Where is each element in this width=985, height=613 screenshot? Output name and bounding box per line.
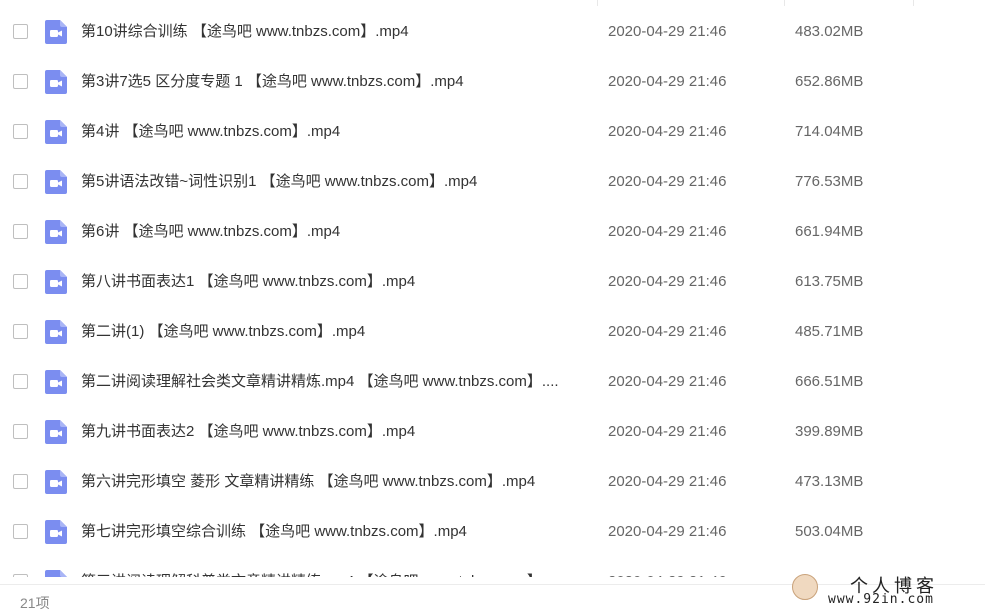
file-name[interactable]: 第八讲书面表达1 【途鸟吧 www.tnbzs.com】.mp4 xyxy=(81,273,415,291)
file-name[interactable]: 第三讲阅读理解科普类文章精讲精练.mp4 【途鸟吧 www.tnbzs.com】 xyxy=(81,573,542,577)
row-checkbox[interactable] xyxy=(13,424,28,439)
table-header-edge xyxy=(0,0,985,6)
row-checkbox[interactable] xyxy=(13,574,28,577)
video-file-icon xyxy=(45,20,67,44)
video-file-icon xyxy=(45,320,67,344)
table-row[interactable]: 第七讲完形填空综合训练 【途鸟吧 www.tnbzs.com】.mp4 2020-… xyxy=(0,507,985,557)
row-checkbox[interactable] xyxy=(13,374,28,389)
row-checkbox[interactable] xyxy=(13,74,28,89)
file-modified-date: 2020-04-29 21:46 xyxy=(608,73,727,90)
file-name[interactable]: 第七讲完形填空综合训练 【途鸟吧 www.tnbzs.com】.mp4 xyxy=(81,523,467,541)
row-checkbox[interactable] xyxy=(13,24,28,39)
file-size: 613.75MB xyxy=(795,273,864,290)
file-size: 666.51MB xyxy=(795,373,864,390)
video-file-icon xyxy=(45,470,67,494)
table-row[interactable]: 第二讲(1) 【途鸟吧 www.tnbzs.com】.mp4 2020-04-29… xyxy=(0,307,985,357)
file-modified-date: 2020-04-29 21:46 xyxy=(608,23,727,40)
table-row[interactable]: 第5讲语法改错~词性识别1 【途鸟吧 www.tnbzs.com】.mp4 202… xyxy=(0,157,985,207)
file-size: 503.04MB xyxy=(795,523,864,540)
video-file-icon xyxy=(45,570,67,577)
table-row[interactable]: 第八讲书面表达1 【途鸟吧 www.tnbzs.com】.mp4 2020-04-… xyxy=(0,257,985,307)
file-modified-date: 2020-04-29 21:46 xyxy=(608,473,727,490)
file-modified-date: 2020-04-29 21:46 xyxy=(608,373,727,390)
video-file-icon xyxy=(45,70,67,94)
table-row[interactable]: 第6讲 【途鸟吧 www.tnbzs.com】.mp4 2020-04-29 21… xyxy=(0,207,985,257)
table-row[interactable]: 第10讲综合训练 【途鸟吧 www.tnbzs.com】.mp4 2020-04-… xyxy=(0,7,985,57)
video-file-icon xyxy=(45,170,67,194)
watermark-logo: 个人博客 www.92in.com xyxy=(792,572,967,608)
table-row[interactable]: 第九讲书面表达2 【途鸟吧 www.tnbzs.com】.mp4 2020-04-… xyxy=(0,407,985,457)
file-modified-date: 2020-04-29 21:46 xyxy=(608,523,727,540)
table-row[interactable]: 第二讲阅读理解社会类文章精讲精炼.mp4 【途鸟吧 www.tnbzs.com】… xyxy=(0,357,985,407)
row-checkbox[interactable] xyxy=(13,274,28,289)
video-file-icon xyxy=(45,420,67,444)
avatar xyxy=(792,574,818,600)
file-name[interactable]: 第5讲语法改错~词性识别1 【途鸟吧 www.tnbzs.com】.mp4 xyxy=(81,173,477,191)
table-row[interactable]: 第六讲完形填空 菱形 文章精讲精练 【途鸟吧 www.tnbzs.com】.mp… xyxy=(0,457,985,507)
file-modified-date: 2020-04-29 21:46 xyxy=(608,323,727,340)
file-size: 485.71MB xyxy=(795,323,864,340)
file-size: 714.04MB xyxy=(795,123,864,140)
file-modified-date: 2020-04-29 21:46 xyxy=(608,423,727,440)
video-file-icon xyxy=(45,370,67,394)
file-name[interactable]: 第3讲7选5 区分度专题 1 【途鸟吧 www.tnbzs.com】.mp4 xyxy=(81,73,464,91)
file-name[interactable]: 第10讲综合训练 【途鸟吧 www.tnbzs.com】.mp4 xyxy=(81,23,409,41)
video-file-icon xyxy=(45,520,67,544)
file-size: 399.89MB xyxy=(795,423,864,440)
file-name[interactable]: 第二讲(1) 【途鸟吧 www.tnbzs.com】.mp4 xyxy=(81,323,365,341)
video-file-icon xyxy=(45,220,67,244)
file-size: 661.94MB xyxy=(795,223,864,240)
file-name[interactable]: 第4讲 【途鸟吧 www.tnbzs.com】.mp4 xyxy=(81,123,340,141)
file-modified-date: 2020-04-29 21:46 xyxy=(608,223,727,240)
file-size: 473.13MB xyxy=(795,473,864,490)
table-row[interactable]: 第4讲 【途鸟吧 www.tnbzs.com】.mp4 2020-04-29 21… xyxy=(0,107,985,157)
file-modified-date: 2020-04-29 21:46 xyxy=(608,273,727,290)
row-checkbox[interactable] xyxy=(13,124,28,139)
video-file-icon xyxy=(45,120,67,144)
row-checkbox[interactable] xyxy=(13,174,28,189)
file-size: 483.02MB xyxy=(795,23,864,40)
row-checkbox[interactable] xyxy=(13,324,28,339)
file-name[interactable]: 第六讲完形填空 菱形 文章精讲精练 【途鸟吧 www.tnbzs.com】.mp… xyxy=(81,473,535,491)
file-modified-date: 2020-04-29 21:46 xyxy=(608,173,727,190)
column-divider[interactable] xyxy=(597,0,598,6)
table-row[interactable]: 第3讲7选5 区分度专题 1 【途鸟吧 www.tnbzs.com】.mp4 20… xyxy=(0,57,985,107)
column-divider[interactable] xyxy=(913,0,914,6)
column-divider[interactable] xyxy=(784,0,785,6)
file-size: 652.86MB xyxy=(795,73,864,90)
watermark-url: www.92in.com xyxy=(828,592,934,607)
file-modified-date: 2020-04-29 21:46 xyxy=(608,573,726,577)
file-name[interactable]: 第九讲书面表达2 【途鸟吧 www.tnbzs.com】.mp4 xyxy=(81,423,415,441)
row-checkbox[interactable] xyxy=(13,474,28,489)
item-count: 21项 xyxy=(20,595,50,611)
row-checkbox[interactable] xyxy=(13,524,28,539)
file-modified-date: 2020-04-29 21:46 xyxy=(608,123,727,140)
file-name[interactable]: 第6讲 【途鸟吧 www.tnbzs.com】.mp4 xyxy=(81,223,340,241)
video-file-icon xyxy=(45,270,67,294)
file-list: 第10讲综合训练 【途鸟吧 www.tnbzs.com】.mp4 2020-04-… xyxy=(0,7,985,577)
file-size: 776.53MB xyxy=(795,173,864,190)
file-name[interactable]: 第二讲阅读理解社会类文章精讲精炼.mp4 【途鸟吧 www.tnbzs.com】… xyxy=(81,373,559,391)
row-checkbox[interactable] xyxy=(13,224,28,239)
